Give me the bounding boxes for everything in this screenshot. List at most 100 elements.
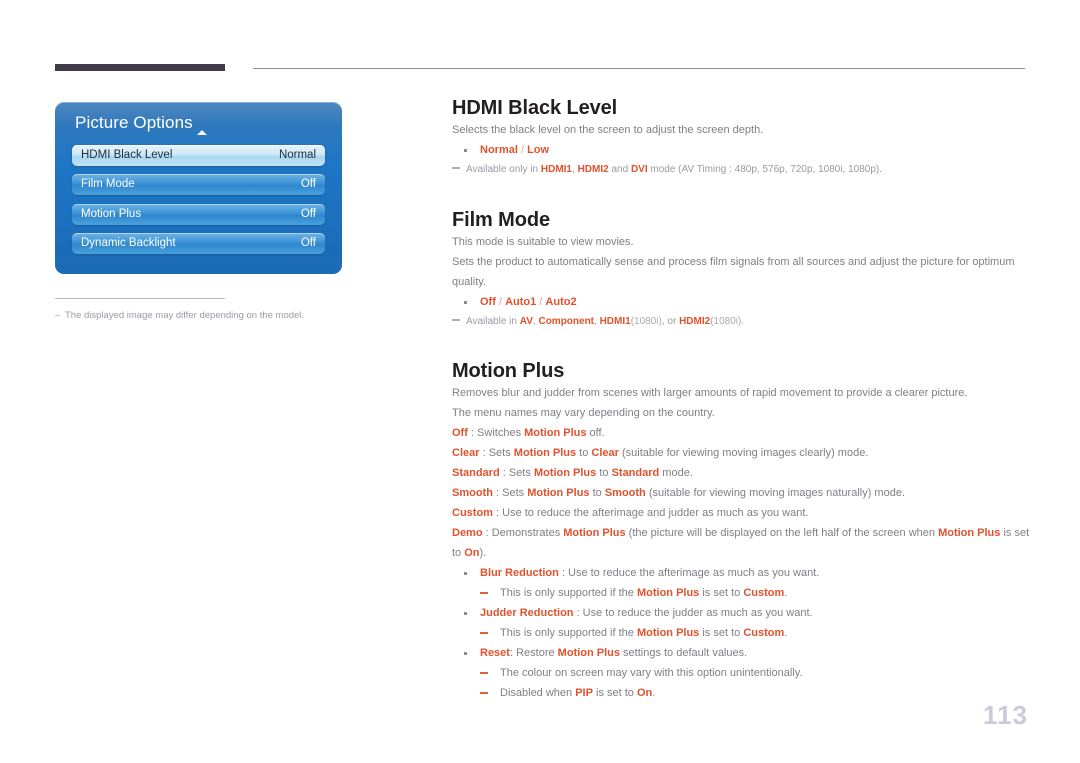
note-emphasis: DVI: [630, 164, 648, 175]
osd-row-value: Normal: [278, 149, 316, 161]
mode-key: Clear: [452, 447, 480, 459]
sub-item-text: : Restore: [509, 647, 558, 659]
mode-line-demo: Demo : Demonstrates Motion Plus (the pic…: [452, 523, 1032, 563]
option-value: Low: [527, 144, 550, 156]
sub-item-text: : Use to reduce the judder as much as yo…: [573, 607, 813, 619]
note-text: .: [784, 627, 788, 639]
mode-reference: Motion Plus: [527, 487, 590, 499]
note-text: This is only supported if the: [500, 627, 637, 639]
note-text: Available only in: [466, 164, 541, 175]
mode-text: ).: [479, 547, 487, 559]
note-emphasis: Motion Plus: [636, 627, 700, 639]
option-list-film-mode: Off / Auto1 / Auto2: [452, 292, 1032, 312]
mode-value: On: [464, 547, 480, 559]
option-value: Normal: [480, 144, 518, 156]
caret-up-icon: [197, 130, 207, 135]
osd-row-label: Film Mode: [81, 178, 135, 190]
section-note-film-mode: Available in AV, Component, HDMI1(1080i)…: [452, 312, 1032, 331]
mode-text: mode.: [659, 467, 693, 479]
note-emphasis: Motion Plus: [636, 587, 700, 599]
section-hdmi-black-level: HDMI Black Level Selects the black level…: [452, 96, 1032, 179]
note-text: This is only supported if the: [500, 587, 637, 599]
mode-line-standard: Standard : Sets Motion Plus to Standard …: [452, 463, 1032, 483]
note-text: Disabled when: [500, 687, 576, 699]
mode-text: to: [596, 467, 612, 479]
note-emphasis: HDMI1: [599, 316, 631, 327]
note-text: Available in: [466, 316, 520, 327]
note-text: .: [652, 687, 656, 699]
osd-row-value: Off: [300, 208, 316, 220]
figure-note-rule: [55, 298, 225, 299]
section-note-hdmi: Available only in HDMI1, HDMI2 and DVI m…: [452, 160, 1032, 179]
section-title: Film Mode: [452, 209, 550, 231]
note-text: .: [784, 587, 788, 599]
option-value: Off: [480, 296, 496, 308]
figure-note: – The displayed image may differ dependin…: [55, 310, 304, 321]
mode-text: : Sets: [479, 447, 514, 459]
osd-row-value: Off: [300, 178, 316, 190]
sub-note-reset-pip: Disabled when PIP is set to On.: [452, 683, 1032, 703]
option-separator: /: [517, 144, 528, 156]
section-description: Selects the black level on the screen to…: [452, 124, 764, 136]
note-text: is set to: [592, 687, 637, 699]
mode-reference: Motion Plus: [524, 427, 587, 439]
mode-text: (the picture will be displayed on the le…: [625, 527, 939, 539]
sub-item-key: Reset: [480, 647, 510, 659]
sub-item-blur-reduction: Blur Reduction : Use to reduce the after…: [452, 563, 1032, 583]
mode-value: Standard: [611, 467, 660, 479]
figure-note-text: The displayed image may differ depending…: [65, 310, 305, 321]
mode-text: : Switches: [467, 427, 525, 439]
sub-item-text: settings to default values.: [619, 647, 748, 659]
osd-row-label: HDMI Black Level: [81, 149, 173, 161]
note-emphasis: Custom: [743, 627, 785, 639]
mode-text: : Sets: [492, 487, 528, 499]
osd-row-film-mode[interactable]: Film Mode Off: [72, 174, 325, 195]
section-description-1: This mode is suitable to view movies.: [452, 236, 634, 248]
osd-row-value: Off: [300, 237, 316, 249]
content-column: HDMI Black Level Selects the black level…: [452, 96, 1032, 703]
mode-text: : Demonstrates: [482, 527, 564, 539]
mode-line-off: Off : Switches Motion Plus off.: [452, 423, 1032, 443]
sub-note-reset-colour: The colour on screen may vary with this …: [452, 663, 1032, 683]
mode-reference: Motion Plus: [513, 447, 577, 459]
section-description-2: The menu names may vary depending on the…: [452, 407, 715, 419]
note-text: is set to: [699, 627, 744, 639]
dash-marker-icon: –: [55, 310, 61, 321]
mode-reference: Motion Plus: [533, 467, 597, 479]
osd-row-motion-plus[interactable]: Motion Plus Off: [72, 204, 325, 225]
section-motion-plus: Motion Plus Removes blur and judder from…: [452, 359, 1032, 703]
mode-value: Smooth: [604, 487, 646, 499]
note-emphasis: PIP: [575, 687, 593, 699]
note-emphasis: Custom: [743, 587, 785, 599]
section-title: Motion Plus: [452, 360, 565, 382]
mode-key: Standard: [452, 467, 500, 479]
osd-row-label: Motion Plus: [81, 208, 142, 220]
mode-key: Smooth: [452, 487, 493, 499]
sub-item-key: Blur Reduction: [480, 567, 559, 579]
sub-note-judder-reduction: This is only supported if the Motion Plu…: [452, 623, 1032, 643]
mode-line-custom: Custom : Use to reduce the afterimage an…: [452, 503, 1032, 523]
sub-note-blur-reduction: This is only supported if the Motion Plu…: [452, 583, 1032, 603]
note-text: is set to: [699, 587, 744, 599]
osd-row-hdmi-black-level[interactable]: HDMI Black Level Normal: [72, 145, 325, 166]
option-value: Auto1: [505, 296, 537, 308]
note-emphasis: HDMI2: [577, 164, 609, 175]
note-text: (1080i).: [710, 316, 745, 327]
page-number: 113: [983, 700, 1028, 730]
sub-item-reset: Reset: Restore Motion Plus settings to d…: [452, 643, 1032, 663]
mode-text: (suitable for viewing moving images clea…: [618, 447, 869, 459]
osd-row-label: Dynamic Backlight: [81, 237, 176, 249]
note-text: and: [608, 164, 631, 175]
sub-item-reference: Motion Plus: [557, 647, 620, 659]
mode-text: : Use to reduce the afterimage and judde…: [492, 507, 809, 519]
note-emphasis: AV: [519, 316, 533, 327]
sub-item-text: : Use to reduce the afterimage as much a…: [558, 567, 820, 579]
note-text: , or: [661, 316, 680, 327]
mode-key: Demo: [452, 527, 483, 539]
osd-row-dynamic-backlight[interactable]: Dynamic Backlight Off: [72, 233, 325, 254]
note-emphasis: Component: [538, 316, 595, 327]
mode-reference: Motion Plus: [938, 527, 1001, 539]
osd-menu-panel: Picture Options HDMI Black Level Normal …: [55, 102, 342, 274]
mode-text: (suitable for viewing moving images natu…: [645, 487, 906, 499]
mode-text: to: [589, 487, 605, 499]
